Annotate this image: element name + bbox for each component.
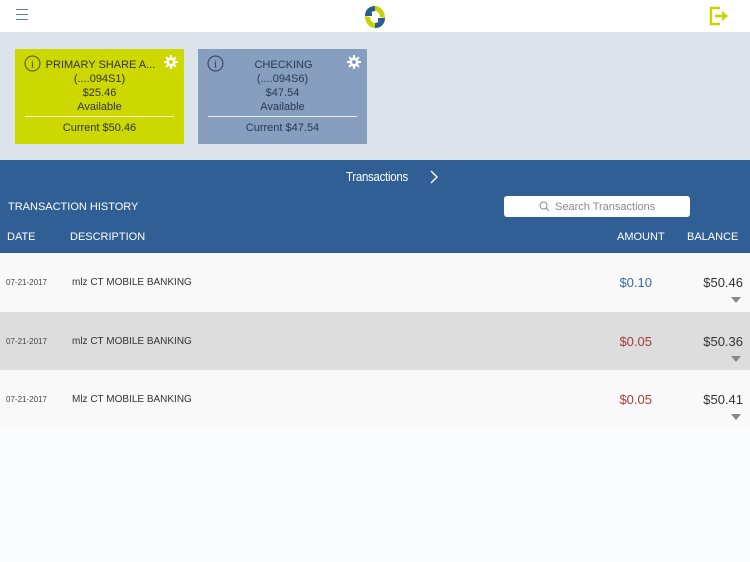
expand-caret-icon[interactable] xyxy=(731,414,741,421)
credit-union-logo xyxy=(365,6,385,28)
svg-text:i: i xyxy=(214,59,217,71)
transaction-list: 07-21-2017 mlz CT MOBILE BANKING $0.10 $… xyxy=(0,253,750,430)
available-balance: $25.46 xyxy=(82,87,117,99)
transaction-row[interactable]: 07-21-2017 Mlz CT MOBILE BANKING $0.05 $… xyxy=(0,370,750,430)
available-label: Available xyxy=(77,101,122,113)
transaction-history-label: TRANSACTION HISTORY xyxy=(8,201,139,213)
account-number: (....094S1) xyxy=(73,73,126,85)
transaction-description: mlz CT MOBILE BANKING xyxy=(72,335,192,347)
transaction-balance: $50.36 xyxy=(703,333,743,349)
expand-caret-icon[interactable] xyxy=(731,355,741,362)
column-header-date[interactable]: DATE xyxy=(7,231,36,243)
transactions-title: Transactions xyxy=(346,169,408,184)
column-header-amount[interactable]: AMOUNT xyxy=(617,231,665,243)
search-icon xyxy=(539,201,550,212)
transaction-balance: $50.46 xyxy=(703,275,743,290)
transaction-balance: $50.41 xyxy=(703,392,743,408)
account-name: CHECKING xyxy=(254,59,313,71)
current-balance: Current $47.54 xyxy=(245,122,320,134)
account-card-primary-share[interactable]: i PRIMARY SHARE A... (....094S1) $25.46 … xyxy=(15,49,184,144)
top-bar xyxy=(0,0,750,32)
gear-icon[interactable] xyxy=(347,55,361,69)
account-number: (....094S6) xyxy=(256,73,309,85)
transactions-header: Transactions TRANSACTION HISTORY DATE DE… xyxy=(0,160,750,253)
transaction-description: mlz CT MOBILE BANKING xyxy=(72,277,192,288)
chevron-right-icon[interactable] xyxy=(428,168,440,186)
logout-icon[interactable] xyxy=(708,5,732,27)
transaction-amount: $0.10 xyxy=(619,275,652,290)
available-balance: $47.54 xyxy=(265,87,300,99)
svg-text:i: i xyxy=(31,59,34,71)
transaction-amount: $0.05 xyxy=(619,392,652,408)
transaction-date: 07-21-2017 xyxy=(6,278,47,287)
transaction-amount: $0.05 xyxy=(619,333,652,349)
expand-caret-icon[interactable] xyxy=(731,297,741,303)
search-transactions-field[interactable] xyxy=(504,196,690,217)
transaction-row[interactable]: 07-21-2017 mlz CT MOBILE BANKING $0.10 $… xyxy=(0,253,750,312)
card-divider xyxy=(208,116,357,117)
column-header-balance[interactable]: BALANCE xyxy=(687,231,738,243)
transaction-date: 07-21-2017 xyxy=(6,395,47,405)
current-balance: Current $50.46 xyxy=(62,122,137,134)
card-divider xyxy=(25,116,174,117)
column-header-description[interactable]: DESCRIPTION xyxy=(70,231,145,243)
info-icon[interactable]: i xyxy=(207,55,224,72)
transaction-row[interactable]: 07-21-2017 mlz CT MOBILE BANKING $0.05 $… xyxy=(0,311,750,371)
transaction-date: 07-21-2017 xyxy=(6,336,47,346)
account-card-checking[interactable]: i CHECKING (....094S6) $47.54 Available … xyxy=(198,49,367,144)
info-icon[interactable]: i xyxy=(24,55,41,72)
search-transactions-input[interactable] xyxy=(555,200,655,213)
gear-icon[interactable] xyxy=(164,55,178,69)
available-label: Available xyxy=(260,101,305,113)
accounts-panel: i PRIMARY SHARE A... (....094S1) $25.46 … xyxy=(0,32,750,160)
account-name: PRIMARY SHARE A... xyxy=(45,59,156,71)
hamburger-menu-icon[interactable] xyxy=(16,9,30,22)
transaction-description: Mlz CT MOBILE BANKING xyxy=(72,394,192,406)
